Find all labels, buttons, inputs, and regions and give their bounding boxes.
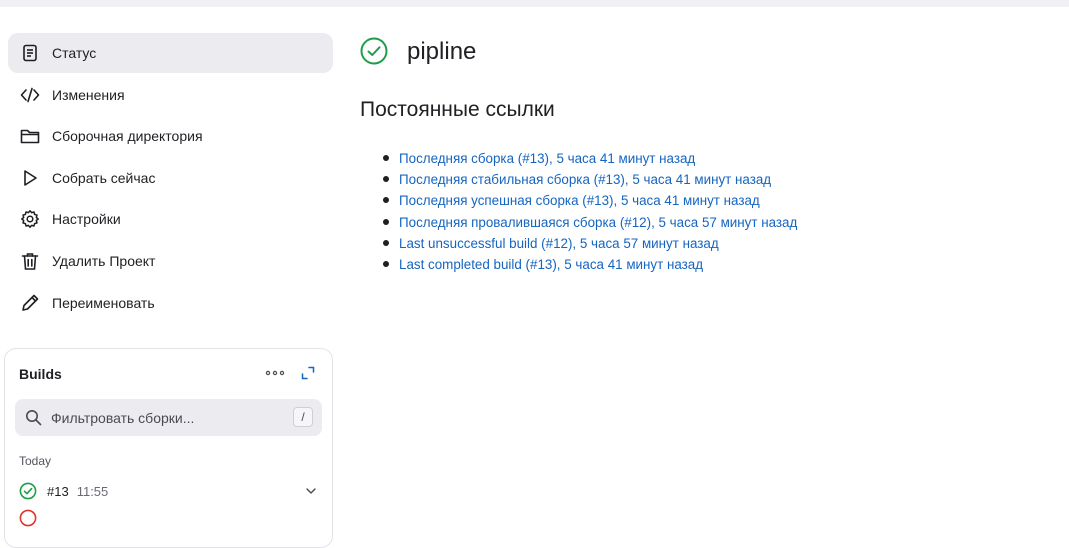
failure-icon — [19, 509, 37, 527]
sidebar-item-label: Настройки — [52, 211, 121, 228]
sidebar-item-label: Собрать сейчас — [52, 169, 156, 186]
list-item: Last completed build (#13), 5 часа 41 ми… — [382, 254, 797, 275]
list-item: Last unsuccessful build (#12), 5 часа 57… — [382, 233, 797, 254]
permalink-last-failed-build[interactable]: Последняя провалившаяся сборка (#12), 5 … — [399, 215, 797, 230]
trash-icon — [20, 251, 40, 271]
sidebar-item-label: Переименовать — [52, 294, 155, 311]
sidebar-item-label: Удалить Проект — [52, 252, 156, 269]
permalinks-list: Последняя сборка (#13), 5 часа 41 минут … — [382, 148, 797, 275]
builds-panel: Builds / Today #13 11:55 — [4, 348, 333, 548]
expand-icon[interactable] — [299, 364, 317, 382]
permalink-last-unsuccessful-build[interactable]: Last unsuccessful build (#12), 5 часа 57… — [399, 236, 719, 251]
build-time: 11:55 — [76, 483, 109, 499]
sidebar-item-delete-project[interactable]: Удалить Проект — [8, 241, 333, 281]
document-icon — [20, 43, 40, 63]
top-strip — [0, 0, 1069, 7]
build-filter-search: / — [15, 399, 322, 436]
sidebar-item-workspace[interactable]: Сборочная директория — [8, 116, 333, 156]
list-item: Последняя стабильная сборка (#13), 5 час… — [382, 169, 797, 190]
sidebar-item-status[interactable]: Статус — [8, 33, 333, 73]
build-group-label: Today — [19, 454, 52, 468]
page-title: pipline — [407, 38, 477, 65]
list-item: Последняя успешная сборка (#13), 5 часа … — [382, 190, 797, 211]
sidebar-item-label: Сборочная директория — [52, 128, 203, 145]
chevron-down-icon[interactable] — [303, 483, 319, 499]
builds-title: Builds — [19, 366, 62, 382]
list-item: Последняя провалившаяся сборка (#12), 5 … — [382, 212, 797, 233]
build-filter-input[interactable] — [51, 399, 281, 436]
sidebar-item-settings[interactable]: Настройки — [8, 199, 333, 239]
build-number[interactable]: #13 — [47, 484, 69, 499]
build-row[interactable]: #13 11:55 — [19, 480, 319, 502]
gear-icon — [20, 209, 40, 229]
success-icon — [360, 37, 388, 65]
section-title: Постоянные ссылки — [360, 98, 555, 121]
sidebar-item-changes[interactable]: Изменения — [8, 75, 333, 115]
play-icon — [20, 168, 40, 188]
folder-icon — [20, 126, 40, 146]
sidebar-item-rename[interactable]: Переименовать — [8, 283, 333, 323]
permalink-last-build[interactable]: Последняя сборка (#13), 5 часа 41 минут … — [399, 151, 695, 166]
sidebar-item-build-now[interactable]: Собрать сейчас — [8, 158, 333, 198]
sidebar-item-label: Изменения — [52, 86, 125, 103]
sidebar-nav: Статус Изменения Сборочная директория Со… — [8, 33, 333, 324]
sidebar-item-label: Статус — [52, 45, 97, 61]
permalink-last-successful-build[interactable]: Последняя успешная сборка (#13), 5 часа … — [399, 193, 760, 208]
pencil-icon — [20, 293, 40, 313]
list-item: Последняя сборка (#13), 5 часа 41 минут … — [382, 148, 797, 169]
success-icon — [19, 482, 37, 500]
shortcut-hint: / — [293, 407, 313, 427]
more-options-icon[interactable] — [265, 364, 285, 382]
permalink-last-stable-build[interactable]: Последняя стабильная сборка (#13), 5 час… — [399, 172, 771, 187]
permalink-last-completed-build[interactable]: Last completed build (#13), 5 часа 41 ми… — [399, 257, 703, 272]
code-icon — [20, 85, 40, 105]
search-icon — [26, 410, 42, 426]
